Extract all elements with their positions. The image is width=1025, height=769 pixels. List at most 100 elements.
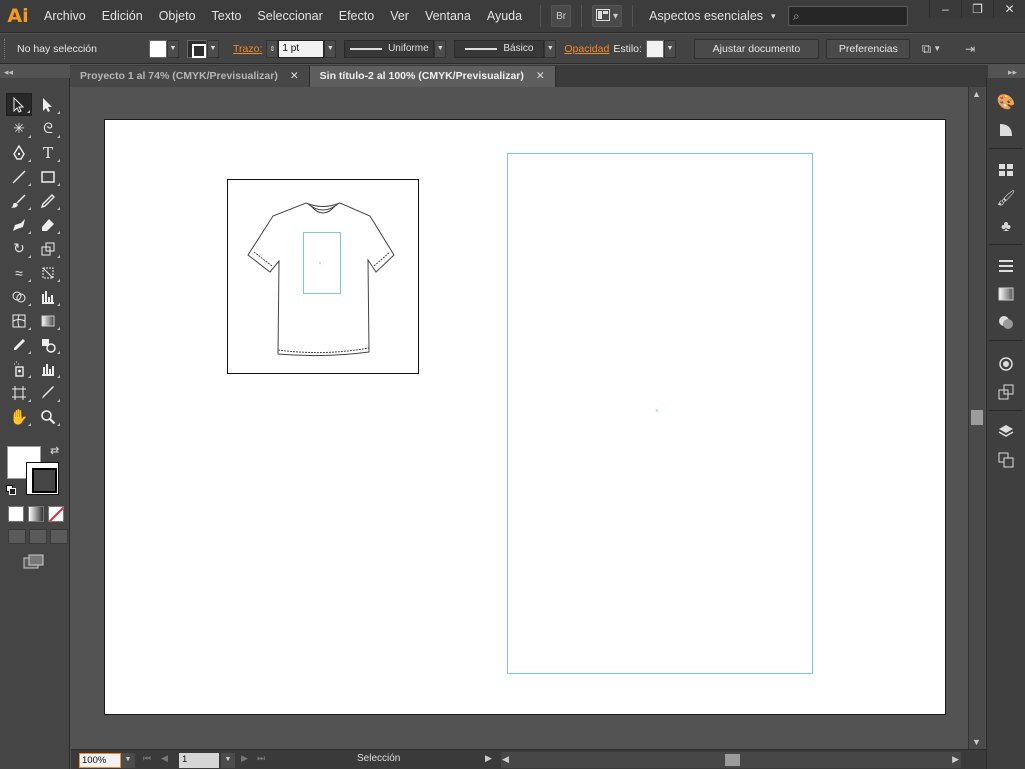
tab-sin-titulo-2[interactable]: Sin título-2 al 100% (CMYK/Previsualizar… <box>309 66 556 87</box>
first-artboard-icon[interactable]: ⏮ <box>143 753 151 764</box>
rectangle-tool[interactable] <box>35 165 61 188</box>
width-tool[interactable]: ≈ <box>6 261 32 284</box>
stroke-color-box[interactable] <box>26 462 59 495</box>
artboard-guide[interactable]: × <box>507 153 813 674</box>
zoom-tool[interactable] <box>35 405 61 428</box>
adjust-document-button[interactable]: Ajustar documento <box>693 38 819 59</box>
direct-selection-tool[interactable] <box>35 93 61 116</box>
horizontal-scrollbar[interactable]: ◀ ▶ <box>501 752 961 768</box>
free-transform-tool[interactable] <box>35 261 61 284</box>
previous-artboard-icon[interactable]: ◀ <box>161 753 168 764</box>
variable-width-profile[interactable]: Uniforme <box>344 39 435 58</box>
symbols-panel-button[interactable]: ♣ <box>993 214 1019 238</box>
minimize-button[interactable]: – <box>929 0 961 18</box>
collapse-left-icon[interactable]: ◂◂ <box>4 67 13 78</box>
stroke-swatch[interactable] <box>187 39 207 58</box>
graphic-styles-panel-button[interactable] <box>993 380 1019 404</box>
stroke-label[interactable]: Trazo: <box>233 43 262 55</box>
menu-efecto[interactable]: Efecto <box>331 0 382 33</box>
fill-dropdown[interactable]: ▼ <box>167 39 179 58</box>
scroll-right-icon[interactable]: ▶ <box>952 754 959 765</box>
preferences-button[interactable]: Preferencias <box>825 38 910 59</box>
menu-objeto[interactable]: Objeto <box>151 0 204 33</box>
status-menu-icon[interactable]: ▶ <box>485 753 492 764</box>
zoom-dropdown[interactable]: ▼ <box>121 753 135 768</box>
document-canvas[interactable]: × × <box>71 87 968 749</box>
menu-ventana[interactable]: Ventana <box>417 0 479 33</box>
swatches-panel-button[interactable] <box>993 158 1019 182</box>
menu-ver[interactable]: Ver <box>382 0 417 33</box>
type-tool[interactable]: T <box>35 141 61 164</box>
rotate-tool[interactable]: ↻ <box>6 237 32 260</box>
search-input[interactable]: ⌕ <box>788 6 908 26</box>
screen-mode-icon[interactable] <box>23 554 45 570</box>
restore-button[interactable]: ❐ <box>961 0 993 18</box>
paintbrush-tool[interactable] <box>6 189 32 212</box>
stroke-dropdown[interactable]: ▼ <box>207 39 219 58</box>
current-tool-status[interactable]: Selección <box>357 753 400 764</box>
graphic-style-dropdown[interactable]: ▼ <box>663 39 676 58</box>
draw-inside-button[interactable] <box>50 529 68 544</box>
graph-tool[interactable] <box>35 285 61 308</box>
artboard-dropdown[interactable]: ▼ <box>221 753 235 768</box>
eraser-tool[interactable] <box>35 213 61 236</box>
artboard-tshirt[interactable]: × <box>227 179 419 374</box>
none-mode-button[interactable] <box>48 506 64 522</box>
default-colors-icon[interactable] <box>6 485 16 495</box>
pencil-tool[interactable] <box>35 189 61 212</box>
mesh-tool[interactable] <box>6 309 32 332</box>
last-artboard-icon[interactable]: ⏭ <box>257 753 265 764</box>
color-guide-button[interactable] <box>993 118 1019 142</box>
color-mode-button[interactable] <box>8 506 24 522</box>
stroke-weight-stepper[interactable]: ⇕ <box>266 39 279 58</box>
menu-edicion[interactable]: Edición <box>94 0 151 33</box>
artboard-number-field[interactable]: 1 <box>179 753 219 768</box>
vertical-scrollbar[interactable]: ▲ ▼ <box>968 87 985 749</box>
blob-brush-tool[interactable] <box>6 213 32 236</box>
scroll-down-icon[interactable]: ▼ <box>972 737 981 747</box>
hand-tool[interactable]: ✋ <box>6 405 32 428</box>
horizontal-scroll-thumb[interactable] <box>725 754 740 766</box>
layers-panel-button[interactable] <box>993 420 1019 444</box>
transparency-panel-button[interactable] <box>993 310 1019 334</box>
brush-dropdown[interactable]: ▼ <box>544 39 557 58</box>
line-segment-tool[interactable] <box>6 165 32 188</box>
next-artboard-icon[interactable]: ▶ <box>241 753 248 764</box>
column-graph-tool[interactable] <box>35 357 61 380</box>
close-icon[interactable]: ✕ <box>536 66 545 87</box>
arrange-documents-button[interactable]: ▾ <box>592 5 623 27</box>
stroke-panel-button[interactable] <box>993 254 1019 278</box>
artboard-tool[interactable] <box>6 381 32 404</box>
opacity-label[interactable]: Opacidad <box>564 43 609 55</box>
lasso-tool[interactable]: ᘓ <box>35 117 61 140</box>
scroll-left-icon[interactable]: ◀ <box>502 754 509 765</box>
menu-archivo[interactable]: Archivo <box>36 0 94 33</box>
menu-texto[interactable]: Texto <box>204 0 250 33</box>
grip-handle[interactable] <box>4 38 7 59</box>
menu-ayuda[interactable]: Ayuda <box>479 0 530 33</box>
pen-tool[interactable] <box>6 141 32 164</box>
draw-normal-button[interactable] <box>8 529 26 544</box>
panel-menu-icon[interactable]: ⇥ <box>965 42 975 56</box>
tshirt-drawing[interactable]: × <box>228 180 420 375</box>
color-panel-button[interactable]: 🎨 <box>993 90 1019 114</box>
close-icon[interactable]: ✕ <box>290 66 299 87</box>
bridge-button[interactable]: Br <box>551 5 572 27</box>
slice-tool[interactable] <box>35 381 61 404</box>
gradient-tool[interactable] <box>35 309 61 332</box>
shape-builder-tool[interactable] <box>6 285 32 308</box>
close-window-button[interactable]: ✕ <box>993 0 1025 18</box>
symbol-sprayer-tool[interactable] <box>6 357 32 380</box>
blend-tool[interactable] <box>35 333 61 356</box>
stroke-weight-dropdown[interactable]: ▼ <box>324 39 337 58</box>
vertical-scroll-thumb[interactable] <box>971 410 983 425</box>
appearance-panel-button[interactable] <box>993 352 1019 376</box>
brushes-panel-button[interactable]: 🖌 <box>993 186 1019 210</box>
selection-tool[interactable] <box>6 93 32 116</box>
tab-proyecto-1[interactable]: Proyecto 1 al 74% (CMYK/Previsualizar) ✕ <box>70 66 310 87</box>
gradient-panel-button[interactable] <box>993 282 1019 306</box>
eyedropper-tool[interactable] <box>6 333 32 356</box>
scale-tool[interactable] <box>35 237 61 260</box>
gradient-mode-button[interactable] <box>28 506 44 522</box>
workspace-switcher[interactable]: Aspectos esenciales ▾ <box>649 9 775 23</box>
